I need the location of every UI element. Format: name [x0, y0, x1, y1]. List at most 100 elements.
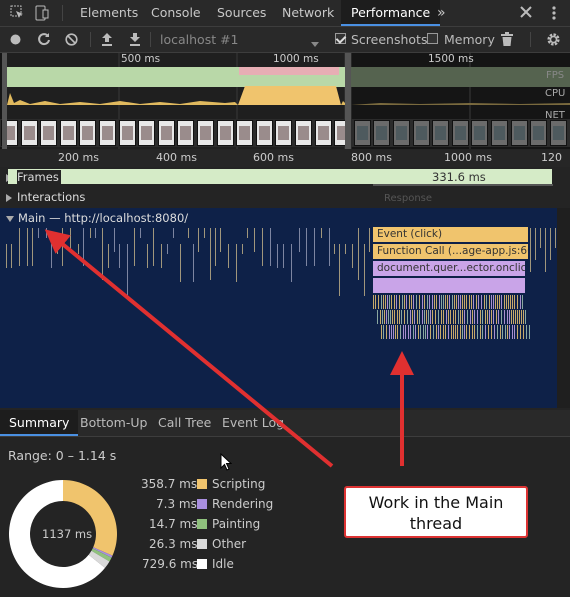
flame-event-click[interactable]: Event (click) — [373, 227, 528, 242]
tab-elements[interactable]: Elements — [80, 0, 138, 26]
save-profile-icon[interactable] — [129, 32, 141, 46]
inspect-element-icon[interactable] — [10, 5, 24, 19]
devtools-tab-bar: Elements Console Sources Network Perform… — [0, 0, 570, 27]
donut-slice-scripting — [63, 480, 117, 556]
flame-query-selector[interactable]: document.quer...ector.onclick — [373, 261, 525, 276]
idle-value: 729.6 ms — [142, 557, 199, 571]
screenshot-thumbnail[interactable] — [451, 120, 469, 146]
screenshot-thumbnail[interactable] — [157, 120, 175, 146]
overview-tick: 500 ms — [121, 53, 161, 65]
rendering-swatch — [197, 499, 207, 509]
timeline-scrollbar[interactable] — [557, 208, 570, 408]
screenshot-thumbnail[interactable] — [118, 120, 136, 146]
more-options-icon[interactable] — [552, 5, 556, 21]
screenshot-thumbnail[interactable] — [295, 120, 312, 146]
rendering-label: Rendering — [212, 497, 274, 511]
timeline-overview[interactable]: FPS CPU NET — [0, 53, 570, 149]
screenshot-thumbnail[interactable] — [197, 120, 214, 146]
screenshot-thumbnail[interactable] — [510, 120, 528, 146]
screenshots-label: Screenshots — [351, 32, 428, 47]
painting-value: 14.7 ms — [149, 517, 198, 531]
painting-swatch — [197, 519, 207, 529]
close-icon[interactable] — [519, 5, 533, 19]
ruler-tick: 400 ms — [156, 151, 197, 164]
tab-call-tree[interactable]: Call Tree — [158, 410, 211, 436]
screenshot-thumbnail[interactable] — [255, 120, 273, 146]
gear-icon[interactable] — [546, 32, 561, 47]
idle-swatch — [197, 559, 207, 569]
more-tabs-icon[interactable]: » — [437, 0, 446, 26]
interactions-track[interactable]: Interactions Response — [0, 187, 570, 207]
ruler-tick: 1000 ms — [444, 151, 492, 164]
screenshot-thumbnail[interactable] — [79, 120, 97, 146]
screenshot-thumbnail[interactable] — [59, 120, 77, 146]
annotation-line-2: thread — [409, 514, 463, 533]
device-toolbar-icon[interactable] — [35, 5, 49, 21]
screenshot-thumbnail[interactable] — [373, 120, 391, 146]
screenshot-thumbnail[interactable] — [275, 120, 293, 146]
ruler-tick: 600 ms — [253, 151, 294, 164]
screenshot-thumbnail[interactable] — [40, 120, 58, 146]
flame-dense-calls — [373, 295, 530, 345]
tab-event-log[interactable]: Event Log — [222, 410, 284, 436]
selection-left-handle[interactable] — [2, 53, 7, 149]
flame-layout-row[interactable] — [373, 278, 525, 293]
tab-bottom-up[interactable]: Bottom-Up — [80, 410, 147, 436]
interaction-marker[interactable]: Response — [384, 189, 432, 209]
scripting-label: Scripting — [212, 477, 266, 491]
tab-performance[interactable]: Performance — [341, 0, 441, 26]
net-label: NET — [545, 110, 565, 121]
trash-icon[interactable] — [501, 32, 513, 46]
other-label: Other — [212, 537, 247, 551]
idle-label: Idle — [212, 557, 234, 571]
screenshot-thumbnail[interactable] — [138, 120, 156, 146]
annotation-line-1: Work in the Main — [368, 493, 504, 512]
range-label: Range: 0 – 1.14 s — [8, 448, 117, 463]
main-thread-label: Main — http://localhost:8080/ — [18, 211, 189, 225]
screenshots-checkbox[interactable] — [335, 33, 346, 44]
profile-select[interactable]: localhost #1 — [160, 27, 239, 52]
ruler-tick: 800 ms — [351, 151, 392, 164]
screenshot-thumbnail[interactable] — [549, 120, 567, 146]
frames-track[interactable]: Frames 331.6 ms — [0, 167, 570, 187]
tab-sources[interactable]: Sources — [217, 0, 266, 26]
record-icon[interactable] — [10, 34, 21, 45]
performance-toolbar: localhost #1 Screenshots Memory — [0, 27, 570, 53]
screenshot-thumbnail[interactable] — [412, 120, 430, 146]
cpu-label: CPU — [545, 88, 566, 99]
scripting-value: 358.7 ms — [141, 477, 198, 491]
screenshot-thumbnail[interactable] — [99, 120, 116, 146]
flame-function-call[interactable]: Function Call (...age-app.js:66) — [373, 244, 528, 259]
memory-checkbox[interactable] — [427, 33, 438, 44]
mouse-cursor-icon — [220, 452, 233, 471]
tab-console[interactable]: Console — [151, 0, 201, 26]
overview-tick: 1500 ms — [428, 53, 474, 65]
annotation-callout: Work in the Main thread — [344, 486, 528, 538]
tab-summary[interactable]: Summary — [0, 410, 79, 436]
other-swatch — [197, 539, 207, 549]
load-profile-icon[interactable] — [101, 32, 113, 46]
donut-total: 1137 ms — [42, 527, 93, 541]
screenshot-filmstrip — [0, 120, 570, 146]
reload-icon[interactable] — [37, 32, 51, 46]
collapse-triangle-icon[interactable] — [6, 215, 14, 222]
screenshot-thumbnail[interactable] — [353, 120, 371, 146]
main-track-header[interactable]: Main — http://localhost:8080/ — [0, 208, 300, 228]
screenshot-thumbnail[interactable] — [393, 120, 410, 146]
screenshot-thumbnail[interactable] — [216, 120, 234, 146]
screenshot-thumbnail[interactable] — [530, 120, 548, 146]
expand-triangle-icon[interactable] — [6, 193, 12, 202]
screenshot-thumbnail[interactable] — [177, 120, 195, 146]
screenshot-thumbnail[interactable] — [236, 120, 254, 146]
screenshot-thumbnail[interactable] — [491, 120, 508, 146]
screenshot-thumbnail[interactable] — [432, 120, 450, 146]
ruler-tick: 120 — [541, 151, 562, 164]
tab-network[interactable]: Network — [282, 0, 334, 26]
clear-icon[interactable] — [65, 33, 78, 46]
selection-right-handle[interactable] — [345, 53, 351, 149]
screenshot-thumbnail[interactable] — [314, 120, 332, 146]
painting-label: Painting — [212, 517, 261, 531]
screenshot-thumbnail[interactable] — [20, 120, 38, 146]
screenshot-thumbnail[interactable] — [471, 120, 489, 146]
main-thread-track[interactable]: Event (click) Function Call (...age-app.… — [0, 208, 557, 408]
